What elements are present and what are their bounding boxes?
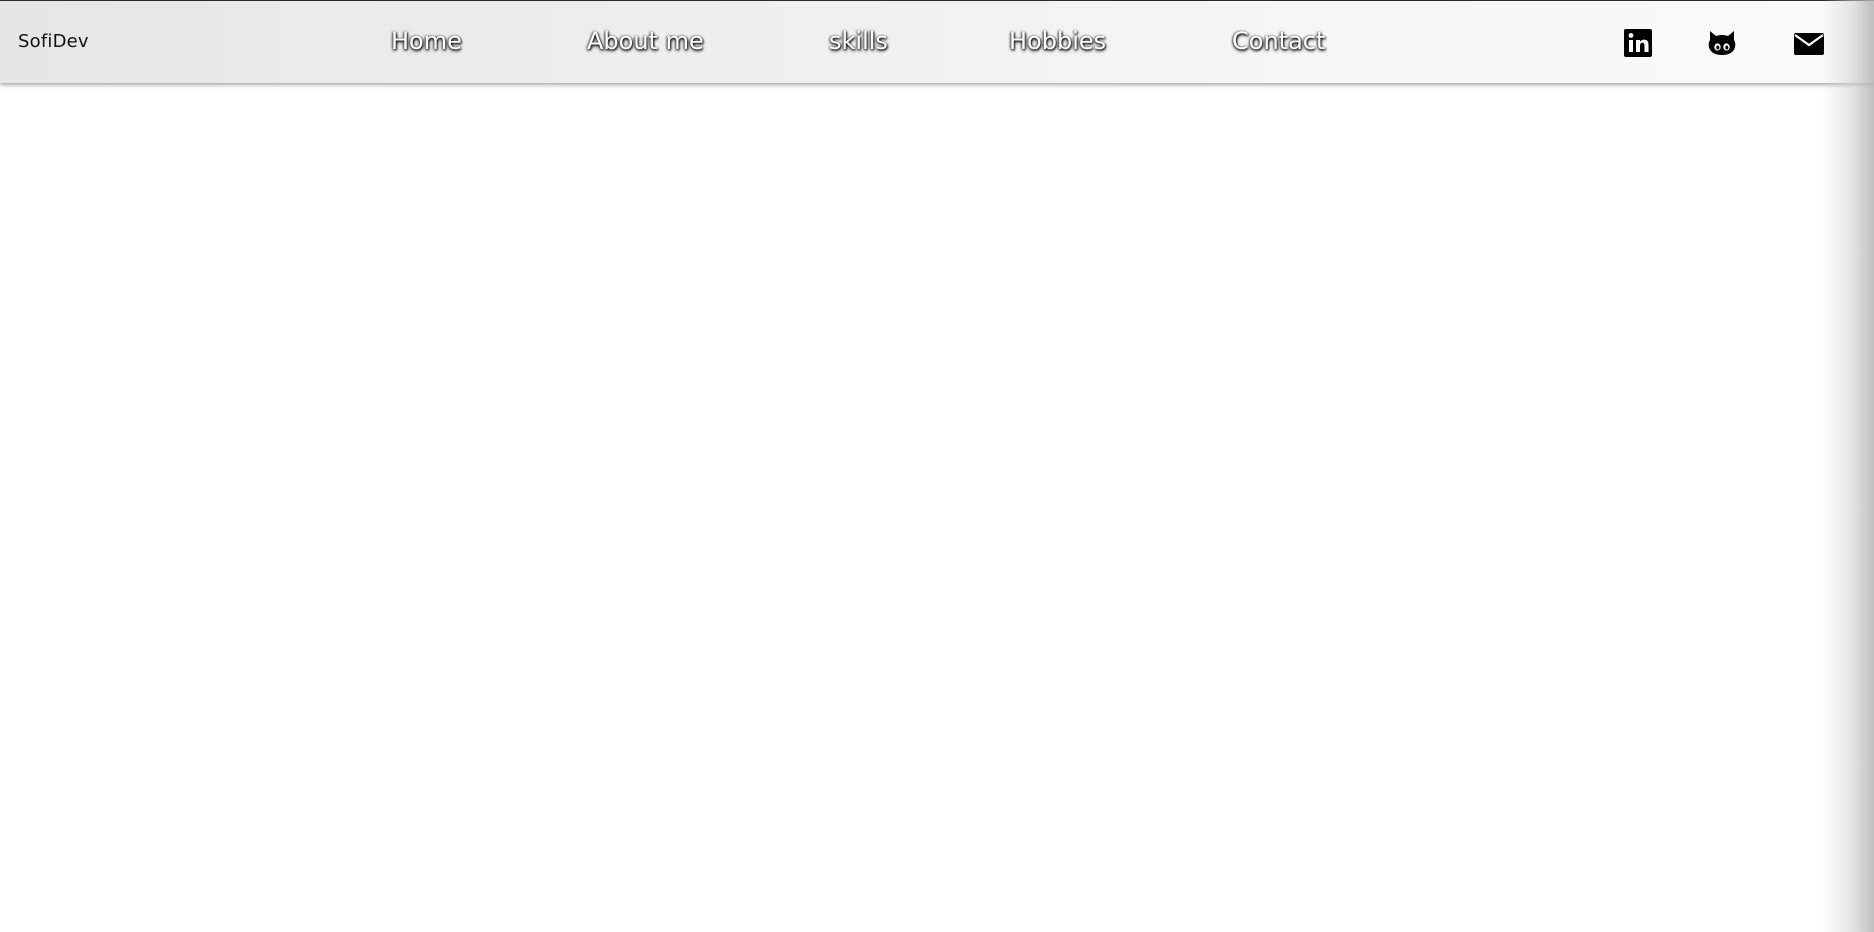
brand-logo[interactable]: SofiDev xyxy=(18,31,89,52)
nav-link-home[interactable]: Home xyxy=(391,26,462,56)
mail-icon[interactable] xyxy=(1792,29,1826,59)
github-icon[interactable] xyxy=(1706,28,1738,58)
nav-link-about-me[interactable]: About me xyxy=(587,26,704,56)
nav-link-hobbies[interactable]: Hobbies xyxy=(1009,26,1106,56)
page: SofiDev Home About me skills Hobbies Con… xyxy=(0,0,1874,932)
page-edge-shadow xyxy=(1822,0,1874,932)
nav-link-skills[interactable]: skills xyxy=(829,26,888,56)
linkedin-icon[interactable] xyxy=(1622,27,1654,59)
nav-link-contact[interactable]: Contact xyxy=(1232,26,1325,56)
top-navbar: SofiDev Home About me skills Hobbies Con… xyxy=(0,0,1874,83)
